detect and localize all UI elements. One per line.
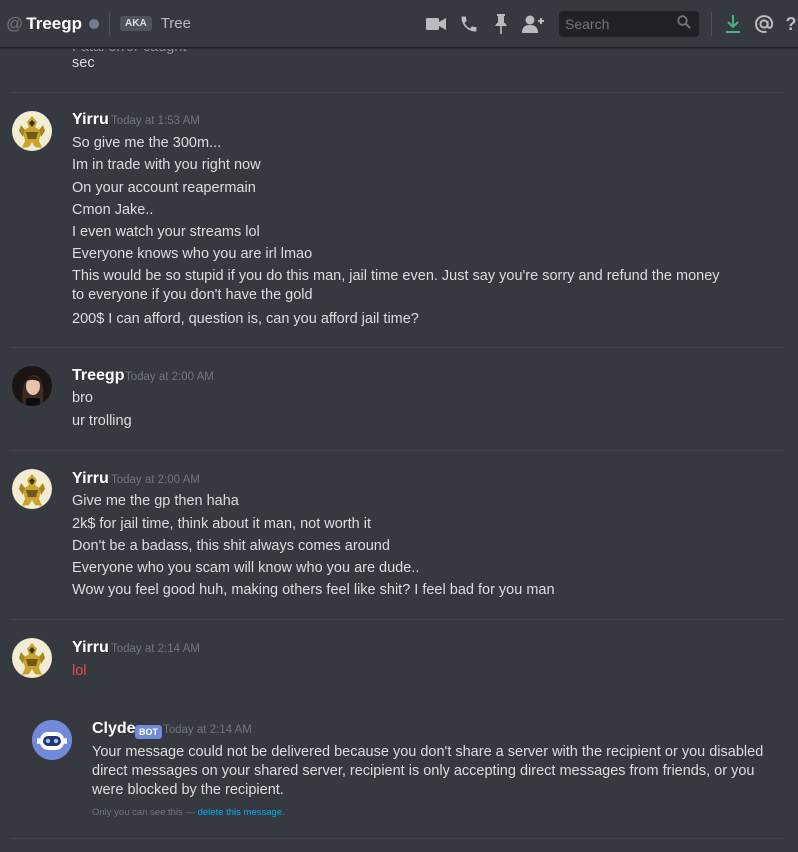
ephemeral-note-text: Only you can see this — [92,807,198,818]
message-list: Fatal error caught sec Yirru Today at 1:… [0,49,798,852]
message-line: Don't be a badass, this shit always come… [72,538,390,554]
message-line: Cmon Jake.. [72,202,154,218]
user-avatar[interactable] [12,111,52,151]
message-line: Everyone knows who you are irl lmao [72,246,313,262]
message-line: bro [72,390,93,406]
toolbar-divider [711,12,712,36]
message-line: So give me the 300m... [72,135,222,151]
message-divider [10,347,784,348]
bot-badge: BOT [135,725,162,739]
message-line: Wow you feel good huh, making others fee… [72,582,555,598]
channel-header: @ Treegp AKA Tree ? [0,0,798,48]
message-timestamp: Today at 2:14 AM [163,724,252,736]
message-divider [10,619,784,620]
message-timestamp: Today at 2:00 AM [125,371,214,383]
message-author[interactable]: Yirru [72,111,109,129]
dm-recipient-name: Treegp [26,13,83,33]
message-line: 200$ I can afford, question is, can you … [72,311,419,327]
search-input[interactable] [565,16,677,32]
delete-message-link[interactable]: delete this message. [198,807,285,818]
message-line: 2k$ for jail time, think about it man, n… [72,516,371,532]
video-call-icon[interactable] [424,12,448,36]
aka-badge: AKA [120,16,152,31]
header-toolbar: ? [424,0,798,48]
message-line: This would be so stupid if you do this m… [72,268,720,303]
message-divider [10,92,784,93]
message-timestamp: Today at 1:53 AM [111,115,200,127]
header-divider [109,11,111,36]
mention-icon[interactable] [752,12,776,36]
message-divider [10,450,784,451]
message-author[interactable]: Yirru [72,470,109,488]
search-bar[interactable] [559,11,699,37]
failed-message-line: lol [72,663,87,679]
system-message-text: Your message could not be delivered beca… [92,744,764,798]
add-friend-icon[interactable] [521,12,545,36]
user-avatar[interactable] [12,469,52,509]
user-avatar[interactable] [12,366,52,406]
pin-icon[interactable] [489,12,513,36]
help-label: ? [785,13,797,34]
message-line: On your account reapermain [72,180,256,196]
message-author[interactable]: Clyde [92,720,136,738]
message-line: ur trolling [72,413,132,429]
message-timestamp: Today at 2:14 AM [111,643,200,655]
message-author[interactable]: Yirru [72,639,109,657]
help-icon[interactable]: ? [784,12,798,36]
message-line: Give me the gp then haha [72,493,239,509]
at-icon: @ [6,13,24,33]
message-line: sec [72,55,95,71]
search-icon [677,14,691,34]
ephemeral-note: Only you can see this — delete this mess… [92,807,285,818]
message-line: Everyone who you scam will know who you … [72,560,420,576]
message-divider [10,838,784,839]
download-icon[interactable] [721,12,745,36]
status-indicator [89,18,100,29]
aka-nickname: Tree [160,15,191,32]
user-avatar[interactable] [12,638,52,678]
phone-call-icon[interactable] [457,12,481,36]
message-author[interactable]: Treegp [72,367,124,385]
message-timestamp: Today at 2:00 AM [111,474,200,486]
clyde-avatar[interactable] [32,720,72,760]
message-line: I even watch your streams lol [72,224,260,240]
message-line: Im in trade with you right now [72,157,261,173]
